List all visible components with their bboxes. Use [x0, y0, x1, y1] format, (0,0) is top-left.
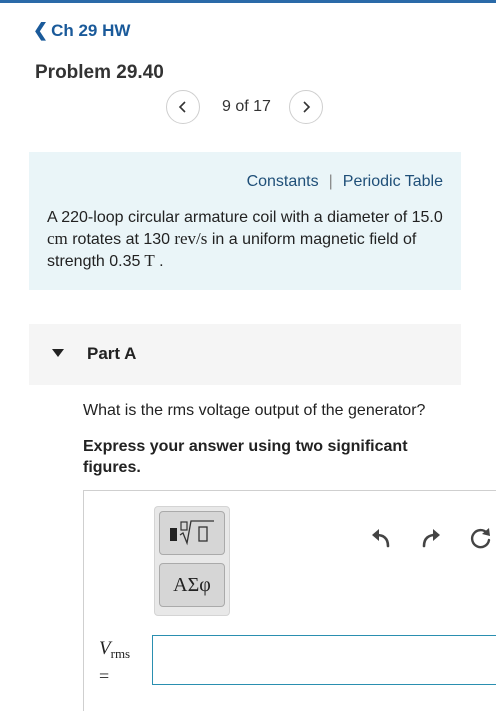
back-link-label: Ch 29 HW: [51, 21, 131, 40]
next-problem-button[interactable]: [288, 90, 323, 124]
undo-arrow-icon: [372, 529, 390, 548]
statement-unit-rev-s: rev/s: [170, 229, 208, 248]
constants-link[interactable]: Constants: [247, 173, 319, 190]
math-toolbar: ΑΣφ: [154, 506, 230, 616]
problem-pager: 9 of 17: [166, 90, 323, 124]
answer-panel: ΑΣφ Vrms =: [83, 490, 496, 711]
problem-statement: A 220-loop circular armature coil with a…: [47, 206, 447, 272]
link-separator: |: [328, 173, 333, 190]
redo-arrow-icon: [422, 529, 440, 548]
statement-text-1: A 220-loop circular armature coil with a…: [47, 209, 443, 226]
problem-info-box: Constants | Periodic Table A 220-loop circ…: [29, 152, 461, 290]
answer-instruction: Express your answer using two significan…: [83, 438, 408, 476]
answer-input[interactable]: [152, 635, 496, 685]
problem-title: Problem 29.40: [35, 62, 164, 83]
templates-radical-icon: [170, 520, 214, 546]
top-accent-bar: [0, 0, 496, 3]
chevron-left-icon: ❮: [33, 20, 49, 40]
statement-unit-cm: cm: [47, 229, 68, 248]
periodic-table-link[interactable]: Periodic Table: [343, 173, 443, 190]
chevron-right-icon: [303, 101, 311, 113]
greek-symbols-button[interactable]: ΑΣφ: [159, 563, 225, 607]
reset-button[interactable]: [468, 525, 494, 551]
collapse-triangle-icon: [52, 349, 64, 357]
equals-sign: =: [99, 666, 110, 686]
undo-button[interactable]: [368, 525, 394, 551]
templates-button[interactable]: [159, 511, 225, 555]
question-text: What is the rms voltage output of the ge…: [83, 402, 426, 419]
previous-problem-button[interactable]: [166, 90, 200, 124]
statement-text-2: rotates at 130: [67, 231, 171, 248]
back-to-assignment-link[interactable]: ❮ Ch 29 HW: [33, 20, 130, 41]
part-a-header[interactable]: Part A: [29, 324, 461, 385]
reset-circular-arrow-icon: [470, 528, 491, 549]
part-title: Part A: [87, 344, 137, 363]
answer-variable-label: Vrms =: [99, 638, 131, 687]
variable-subscript: rms: [110, 646, 131, 661]
statement-unit-tesla: T: [140, 251, 155, 270]
chevron-left-icon: [178, 101, 186, 113]
variable-symbol: V: [99, 638, 111, 659]
redo-button[interactable]: [418, 525, 444, 551]
statement-text-4: .: [154, 253, 164, 270]
resource-links: Constants | Periodic Table: [247, 173, 443, 191]
pager-count: 9 of 17: [222, 98, 271, 115]
